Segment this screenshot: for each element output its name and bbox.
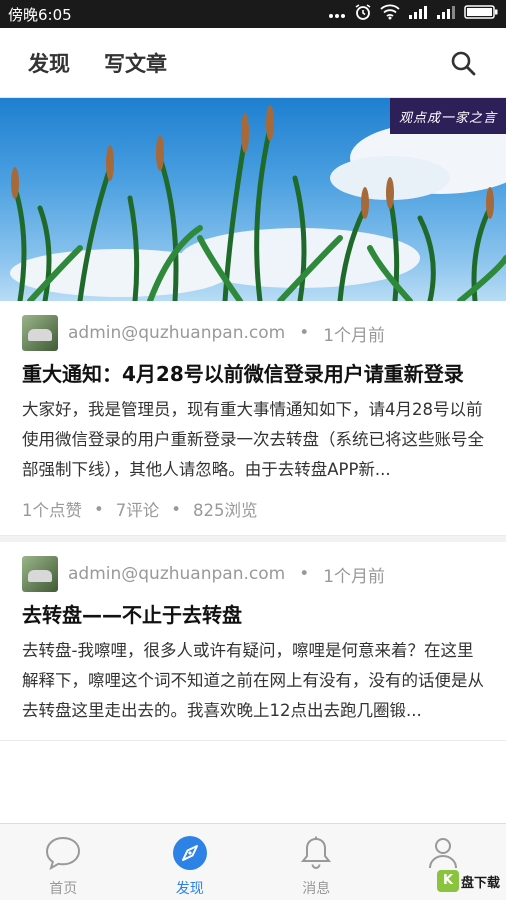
status-time: 傍晚6:05: [8, 5, 72, 24]
post-meta: admin@quzhuanpan.com • 1个月前: [22, 556, 484, 592]
post-feed: admin@quzhuanpan.com • 1个月前 重大通知：4月28号以前…: [0, 301, 506, 741]
tab-write-article[interactable]: 写文章: [104, 48, 167, 78]
dot-separator: •: [94, 499, 104, 519]
post-title[interactable]: 去转盘——不止于去转盘: [22, 596, 484, 634]
signal-icon: [408, 5, 428, 23]
post-card[interactable]: admin@quzhuanpan.com • 1个月前 去转盘——不止于去转盘 …: [0, 536, 506, 741]
tab-discover[interactable]: 发现: [28, 48, 70, 78]
avatar[interactable]: [22, 315, 58, 351]
post-card[interactable]: admin@quzhuanpan.com • 1个月前 重大通知：4月28号以前…: [0, 301, 506, 536]
search-icon[interactable]: [448, 48, 478, 78]
post-excerpt[interactable]: 大家好，我是管理员，现有重大事情通知如下，请4月28号以前使用微信登录的用户重新…: [22, 395, 484, 485]
post-excerpt[interactable]: 去转盘-我嚓哩，很多人或许有疑问，嚓哩是何意来着？在这里解释下，嚓哩这个词不知道…: [22, 636, 484, 726]
watermark-text: 盘下载: [460, 875, 500, 891]
avatar[interactable]: [22, 556, 58, 592]
compass-icon: [172, 834, 208, 872]
chat-bubble-icon: [44, 834, 82, 872]
bell-icon: [300, 834, 332, 872]
tab-home[interactable]: 首页: [0, 824, 127, 900]
status-bar: 傍晚6:05: [0, 0, 506, 28]
top-bar: 发现 写文章: [0, 28, 506, 98]
post-time: 1个月前: [323, 566, 386, 587]
bottom-tab-bar: 首页 发现 消息 K 盘下载: [0, 823, 506, 900]
post-time: 1个月前: [323, 325, 386, 346]
status-icons: [328, 3, 498, 25]
post-likes: 1个点赞: [22, 501, 82, 520]
banner-tag: 观点成一家之言: [390, 98, 506, 134]
tab-messages[interactable]: 消息: [253, 824, 380, 900]
dot-separator: •: [171, 499, 181, 519]
watermark-logo: K: [436, 870, 459, 892]
more-dots-icon: [328, 5, 346, 23]
battery-icon: [464, 5, 498, 23]
banner-image[interactable]: 观点成一家之言: [0, 98, 506, 301]
wifi-icon: [380, 4, 400, 24]
post-stats: 1个点赞 • 7评论 • 825浏览: [22, 497, 484, 521]
post-comments: 7评论: [115, 501, 160, 520]
signal-icon-2: [436, 5, 456, 23]
post-views: 825浏览: [192, 501, 258, 520]
post-title[interactable]: 重大通知：4月28号以前微信登录用户请重新登录: [22, 355, 484, 393]
post-author[interactable]: admin@quzhuanpan.com: [68, 323, 285, 343]
watermark: K 盘下载: [436, 870, 500, 892]
tab-home-label: 首页: [49, 881, 78, 897]
dot-separator: •: [299, 323, 310, 343]
tab-messages-label: 消息: [302, 881, 331, 897]
post-author[interactable]: admin@quzhuanpan.com: [68, 564, 285, 584]
alarm-icon: [354, 3, 372, 25]
tab-discover-bottom[interactable]: 发现: [127, 824, 254, 900]
dot-separator: •: [299, 564, 310, 584]
post-meta: admin@quzhuanpan.com • 1个月前: [22, 315, 484, 351]
person-icon: [428, 834, 458, 872]
tab-discover-label: 发现: [175, 881, 204, 897]
